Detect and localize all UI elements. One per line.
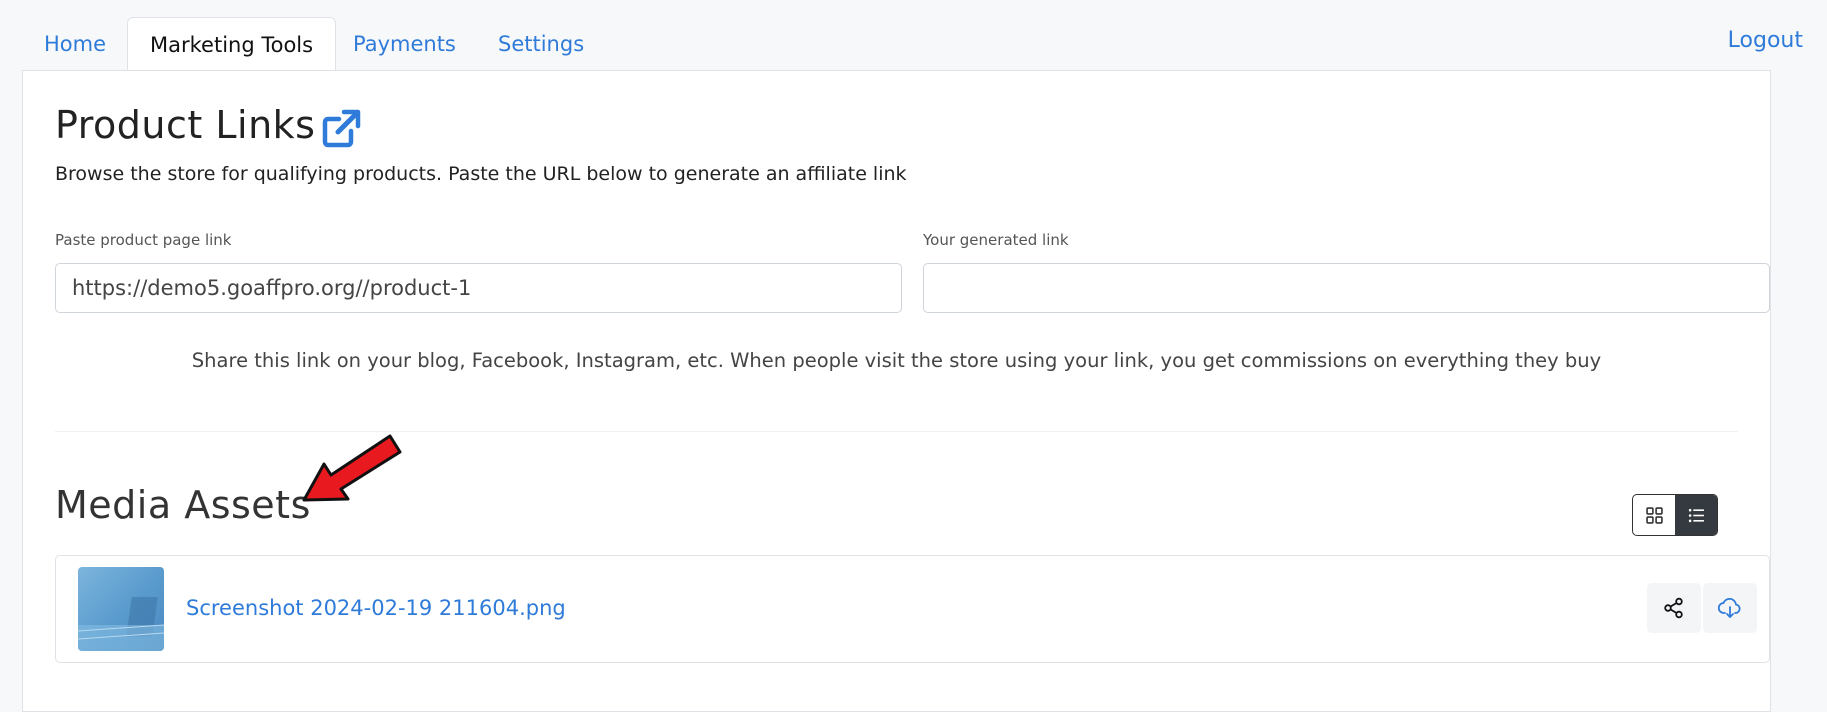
list-view-button[interactable] — [1675, 495, 1717, 535]
grid-view-icon — [1645, 506, 1663, 524]
media-assets-title: Media Assets — [55, 483, 311, 527]
annotation-arrow-icon — [302, 434, 402, 502]
asset-thumbnail[interactable] — [78, 567, 164, 651]
tab-payments[interactable]: Payments — [331, 17, 478, 71]
external-link-icon[interactable] — [321, 109, 361, 149]
share-asset-button[interactable] — [1647, 583, 1701, 633]
generated-link-input[interactable] — [923, 263, 1770, 313]
main-nav-tabs: Home Marketing Tools Payments Settings — [22, 17, 1805, 73]
logout-link[interactable]: Logout — [1728, 28, 1803, 53]
download-icon — [1718, 597, 1741, 618]
generated-link-label: Your generated link — [923, 231, 1069, 249]
media-asset-row: Screenshot 2024-02-19 211604.png — [55, 555, 1770, 663]
tab-settings[interactable]: Settings — [476, 17, 606, 71]
tab-marketing-tools[interactable]: Marketing Tools — [127, 17, 337, 73]
tab-home[interactable]: Home — [22, 17, 128, 71]
product-links-title: Product Links — [55, 103, 316, 147]
download-asset-button[interactable] — [1703, 583, 1757, 633]
asset-filename-link[interactable]: Screenshot 2024-02-19 211604.png — [186, 596, 566, 620]
grid-view-button[interactable] — [1633, 495, 1675, 535]
product-link-label: Paste product page link — [55, 231, 232, 249]
share-icon — [1664, 597, 1683, 619]
marketing-tools-panel: Product Links Browse the store for quali… — [22, 70, 1771, 712]
product-links-description: Browse the store for qualifying products… — [55, 163, 907, 185]
product-link-input[interactable] — [55, 263, 902, 313]
list-view-icon — [1688, 508, 1704, 522]
share-note: Share this link on your blog, Facebook, … — [191, 349, 1602, 372]
view-mode-toggle — [1632, 494, 1718, 536]
